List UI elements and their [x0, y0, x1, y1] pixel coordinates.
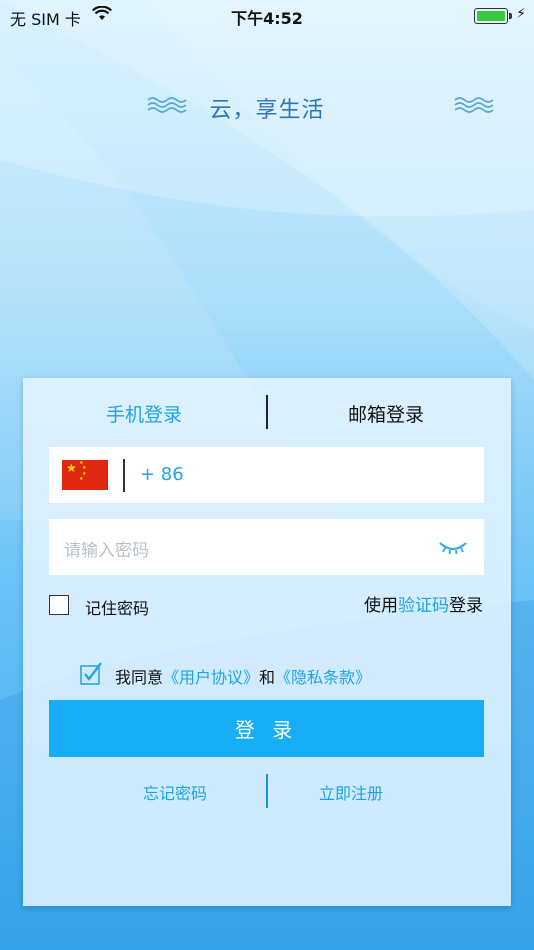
password-placeholder: 请输入密码: [64, 541, 149, 561]
password-input[interactable]: 请输入密码: [49, 519, 484, 575]
code-login-link[interactable]: 使用验证码登录: [364, 591, 483, 616]
agreement-prefix: 我同意: [115, 668, 164, 687]
user-agreement-link[interactable]: 《用户协议》: [163, 668, 259, 687]
clock: 下午4:52: [231, 9, 303, 28]
code-login-suffix: 登录: [449, 596, 483, 616]
tab-divider: [266, 395, 268, 429]
wave-icon: [454, 97, 494, 113]
status-bar: 无 SIM 卡 下午4:52 ⚡: [0, 0, 534, 30]
tab-email-login[interactable]: 邮箱登录: [348, 400, 424, 427]
code-login-prefix: 使用: [364, 596, 398, 616]
verification-code-link[interactable]: 验证码: [398, 596, 449, 616]
phone-field-divider: [123, 459, 125, 492]
bottom-links: 忘记密码 立即注册: [23, 774, 511, 810]
bolt-icon: ⚡: [516, 6, 526, 22]
register-link[interactable]: 立即注册: [319, 780, 383, 804]
eye-closed-icon[interactable]: [438, 537, 468, 557]
phone-input[interactable]: ★ ★ ★ ★ ★ + 86: [49, 447, 484, 503]
battery-icon: [474, 8, 512, 24]
agreement-text: 我同意《用户协议》和《隐私条款》: [115, 664, 371, 688]
country-code: + 86: [140, 464, 184, 485]
links-divider: [266, 774, 268, 808]
agreement-checkbox[interactable]: [79, 662, 103, 686]
forgot-password-link[interactable]: 忘记密码: [143, 780, 207, 804]
agreement-and: 和: [259, 668, 276, 687]
login-tabs: 手机登录 邮箱登录: [23, 378, 511, 446]
china-flag-icon[interactable]: ★ ★ ★ ★ ★: [62, 460, 108, 490]
remember-label: 记住密码: [85, 599, 150, 618]
login-card: 手机登录 邮箱登录 ★ ★ ★ ★ ★ + 86 请输入密码 记住密码 使用验证…: [23, 378, 511, 906]
remember-checkbox[interactable]: [49, 595, 69, 615]
privacy-policy-link[interactable]: 《隐私条款》: [275, 668, 371, 687]
slogan-area: 云，享生活: [0, 90, 534, 126]
tab-phone-login[interactable]: 手机登录: [106, 400, 182, 427]
login-button[interactable]: 登 录: [49, 700, 484, 757]
